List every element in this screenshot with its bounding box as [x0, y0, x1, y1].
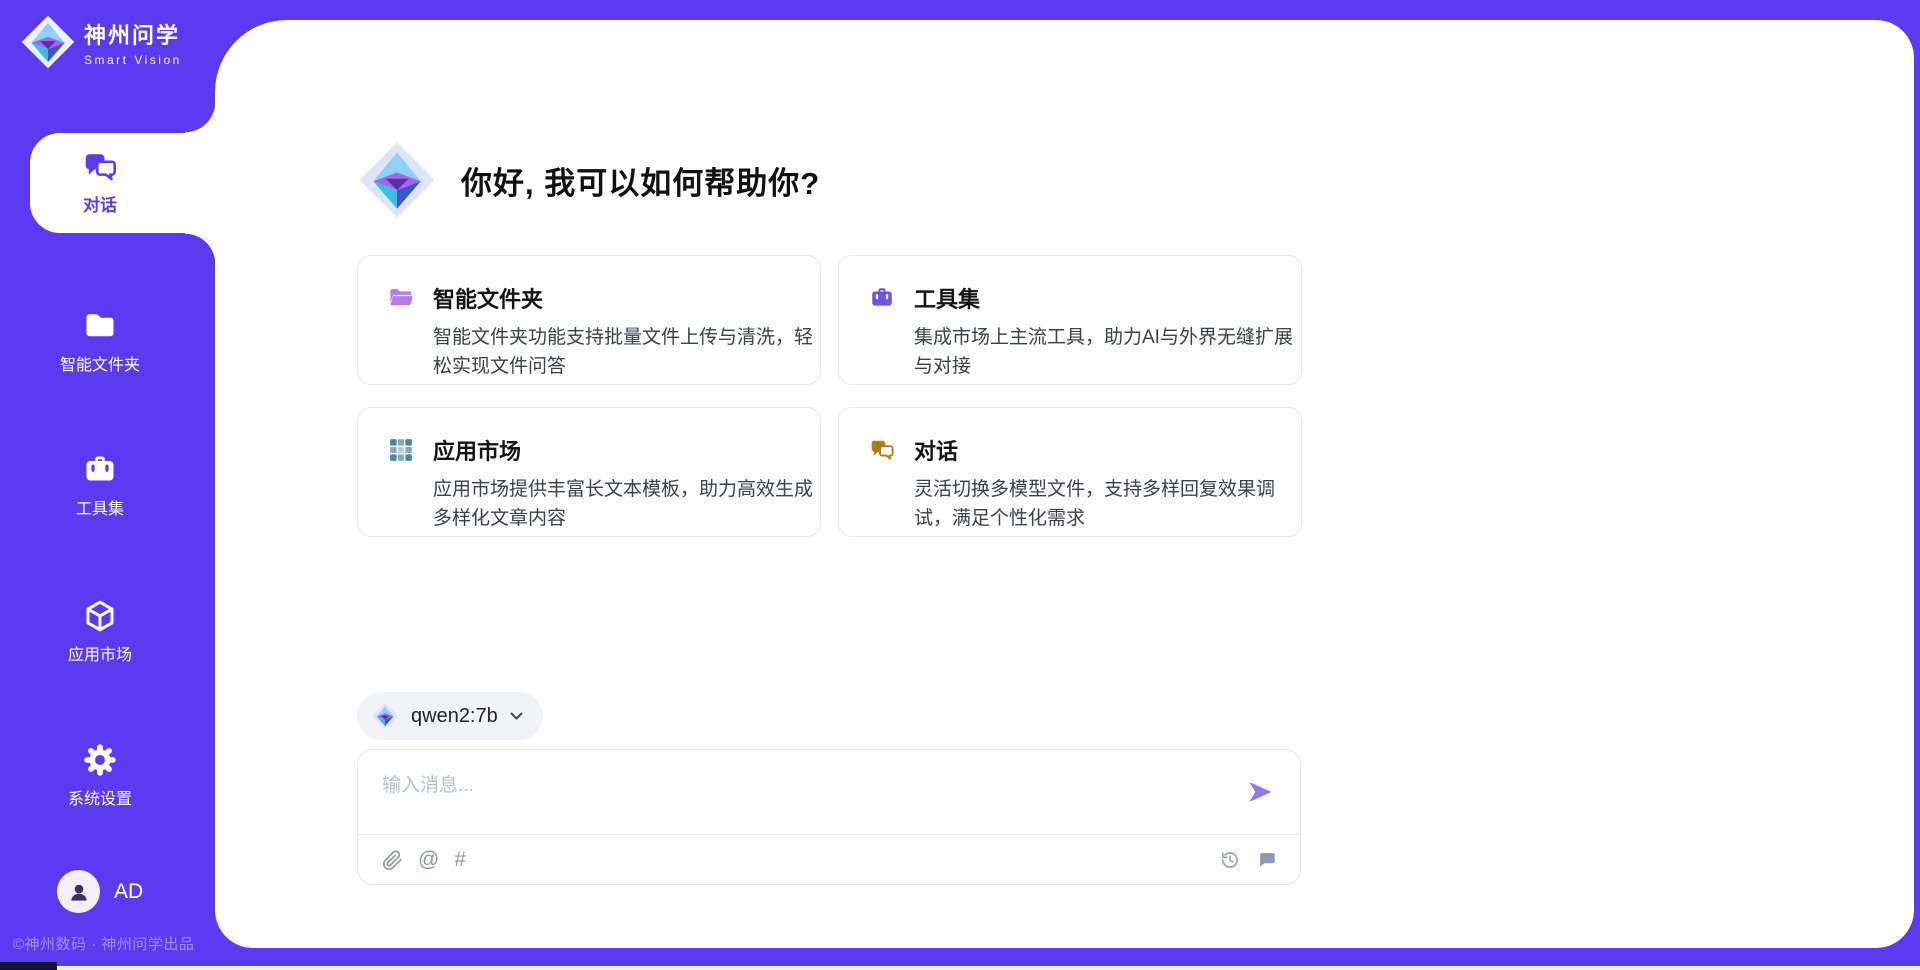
card-title: 对话 [914, 434, 958, 466]
brand-subtitle: Smart Vision [84, 53, 182, 67]
card-chat[interactable]: 对话 灵活切换多模型文件，支持多样回复效果调试，满足个性化需求 [838, 407, 1302, 537]
user-profile[interactable]: AD [57, 870, 143, 913]
sidebar-item-chat[interactable]: 对话 [30, 133, 216, 233]
horizontal-scrollbar-track[interactable] [0, 966, 1920, 970]
gear-icon [82, 742, 118, 778]
tab-fillet-top [185, 102, 216, 133]
mention-button[interactable]: @ [418, 848, 439, 872]
card-description: 集成市场上主流工具，助力AI与外界无缝扩展与对接 [914, 323, 1310, 381]
cube-icon [82, 598, 118, 634]
greeting-text: 你好, 我可以如何帮助你? [461, 158, 820, 203]
chat-bubble-icon [1256, 849, 1278, 871]
card-title: 应用市场 [433, 434, 521, 466]
folder-icon [82, 308, 118, 344]
composer: @ # [357, 749, 1301, 885]
sidebar-item-app-market[interactable]: 应用市场 [0, 574, 200, 665]
model-name: qwen2:7b [411, 705, 498, 728]
composer-right-tools [1204, 849, 1278, 871]
composer-left-tools: @ # [382, 848, 481, 872]
app-grid-icon [388, 437, 414, 463]
feature-cards: 智能文件夹 智能文件夹功能支持批量文件上传与清洗，轻松实现文件问答 工具集 集成… [357, 255, 1303, 537]
history-icon [1219, 849, 1241, 871]
user-initials: AD [114, 880, 143, 904]
card-description: 灵活切换多模型文件，支持多样回复效果调试，满足个性化需求 [914, 475, 1310, 533]
brand-name: 神州问学 [84, 18, 182, 50]
folder-open-icon [388, 285, 414, 311]
assistant-logo-icon [357, 140, 437, 220]
sidebar-item-label: 智能文件夹 [60, 351, 140, 375]
card-description: 应用市场提供丰富长文本模板，助力高效生成多样化文章内容 [433, 475, 829, 533]
briefcase-icon [869, 285, 895, 311]
chat-bubbles-icon [82, 149, 118, 185]
sidebar: 神州问学 Smart Vision 对话 智能文件夹 工具集 [0, 0, 215, 970]
paperclip-icon [382, 850, 403, 871]
history-button[interactable] [1219, 849, 1241, 871]
card-title: 工具集 [914, 282, 980, 314]
model-logo-icon [371, 702, 399, 730]
card-smart-folder[interactable]: 智能文件夹 智能文件夹功能支持批量文件上传与清洗，轻松实现文件问答 [357, 255, 821, 385]
briefcase-icon [82, 452, 118, 488]
horizontal-scrollbar-thumb[interactable] [0, 962, 57, 970]
brand: 神州问学 Smart Vision [20, 14, 182, 70]
model-selector[interactable]: qwen2:7b [357, 692, 543, 740]
sidebar-item-settings[interactable]: 系统设置 [0, 718, 200, 809]
tab-fillet-bottom [185, 233, 216, 264]
sidebar-item-toolset[interactable]: 工具集 [0, 428, 200, 519]
topic-button[interactable]: # [454, 848, 466, 872]
attach-file-button[interactable] [382, 850, 403, 871]
copyright: ©神州数码 · 神州问学出品 [13, 933, 194, 954]
chat-bubbles-icon [869, 437, 895, 463]
card-title: 智能文件夹 [433, 282, 543, 314]
card-description: 智能文件夹功能支持批量文件上传与清洗，轻松实现文件问答 [433, 323, 829, 381]
at-icon: @ [418, 848, 439, 872]
sidebar-item-label: 工具集 [76, 495, 124, 519]
avatar [57, 870, 100, 913]
new-chat-button[interactable] [1256, 849, 1278, 871]
sidebar-item-label: 系统设置 [68, 785, 132, 809]
card-toolset[interactable]: 工具集 集成市场上主流工具，助力AI与外界无缝扩展与对接 [838, 255, 1302, 385]
sidebar-item-label: 对话 [83, 191, 117, 216]
send-icon[interactable] [1246, 778, 1274, 806]
person-icon [66, 879, 92, 905]
sidebar-item-smart-folder[interactable]: 智能文件夹 [0, 284, 200, 375]
hash-icon: # [454, 848, 466, 872]
greeting: 你好, 我可以如何帮助你? [357, 140, 820, 220]
card-app-market[interactable]: 应用市场 应用市场提供丰富长文本模板，助力高效生成多样化文章内容 [357, 407, 821, 537]
message-input[interactable] [382, 770, 1222, 822]
brand-logo-icon [20, 14, 76, 70]
chevron-down-icon [510, 712, 523, 721]
sidebar-item-label: 应用市场 [68, 641, 132, 665]
